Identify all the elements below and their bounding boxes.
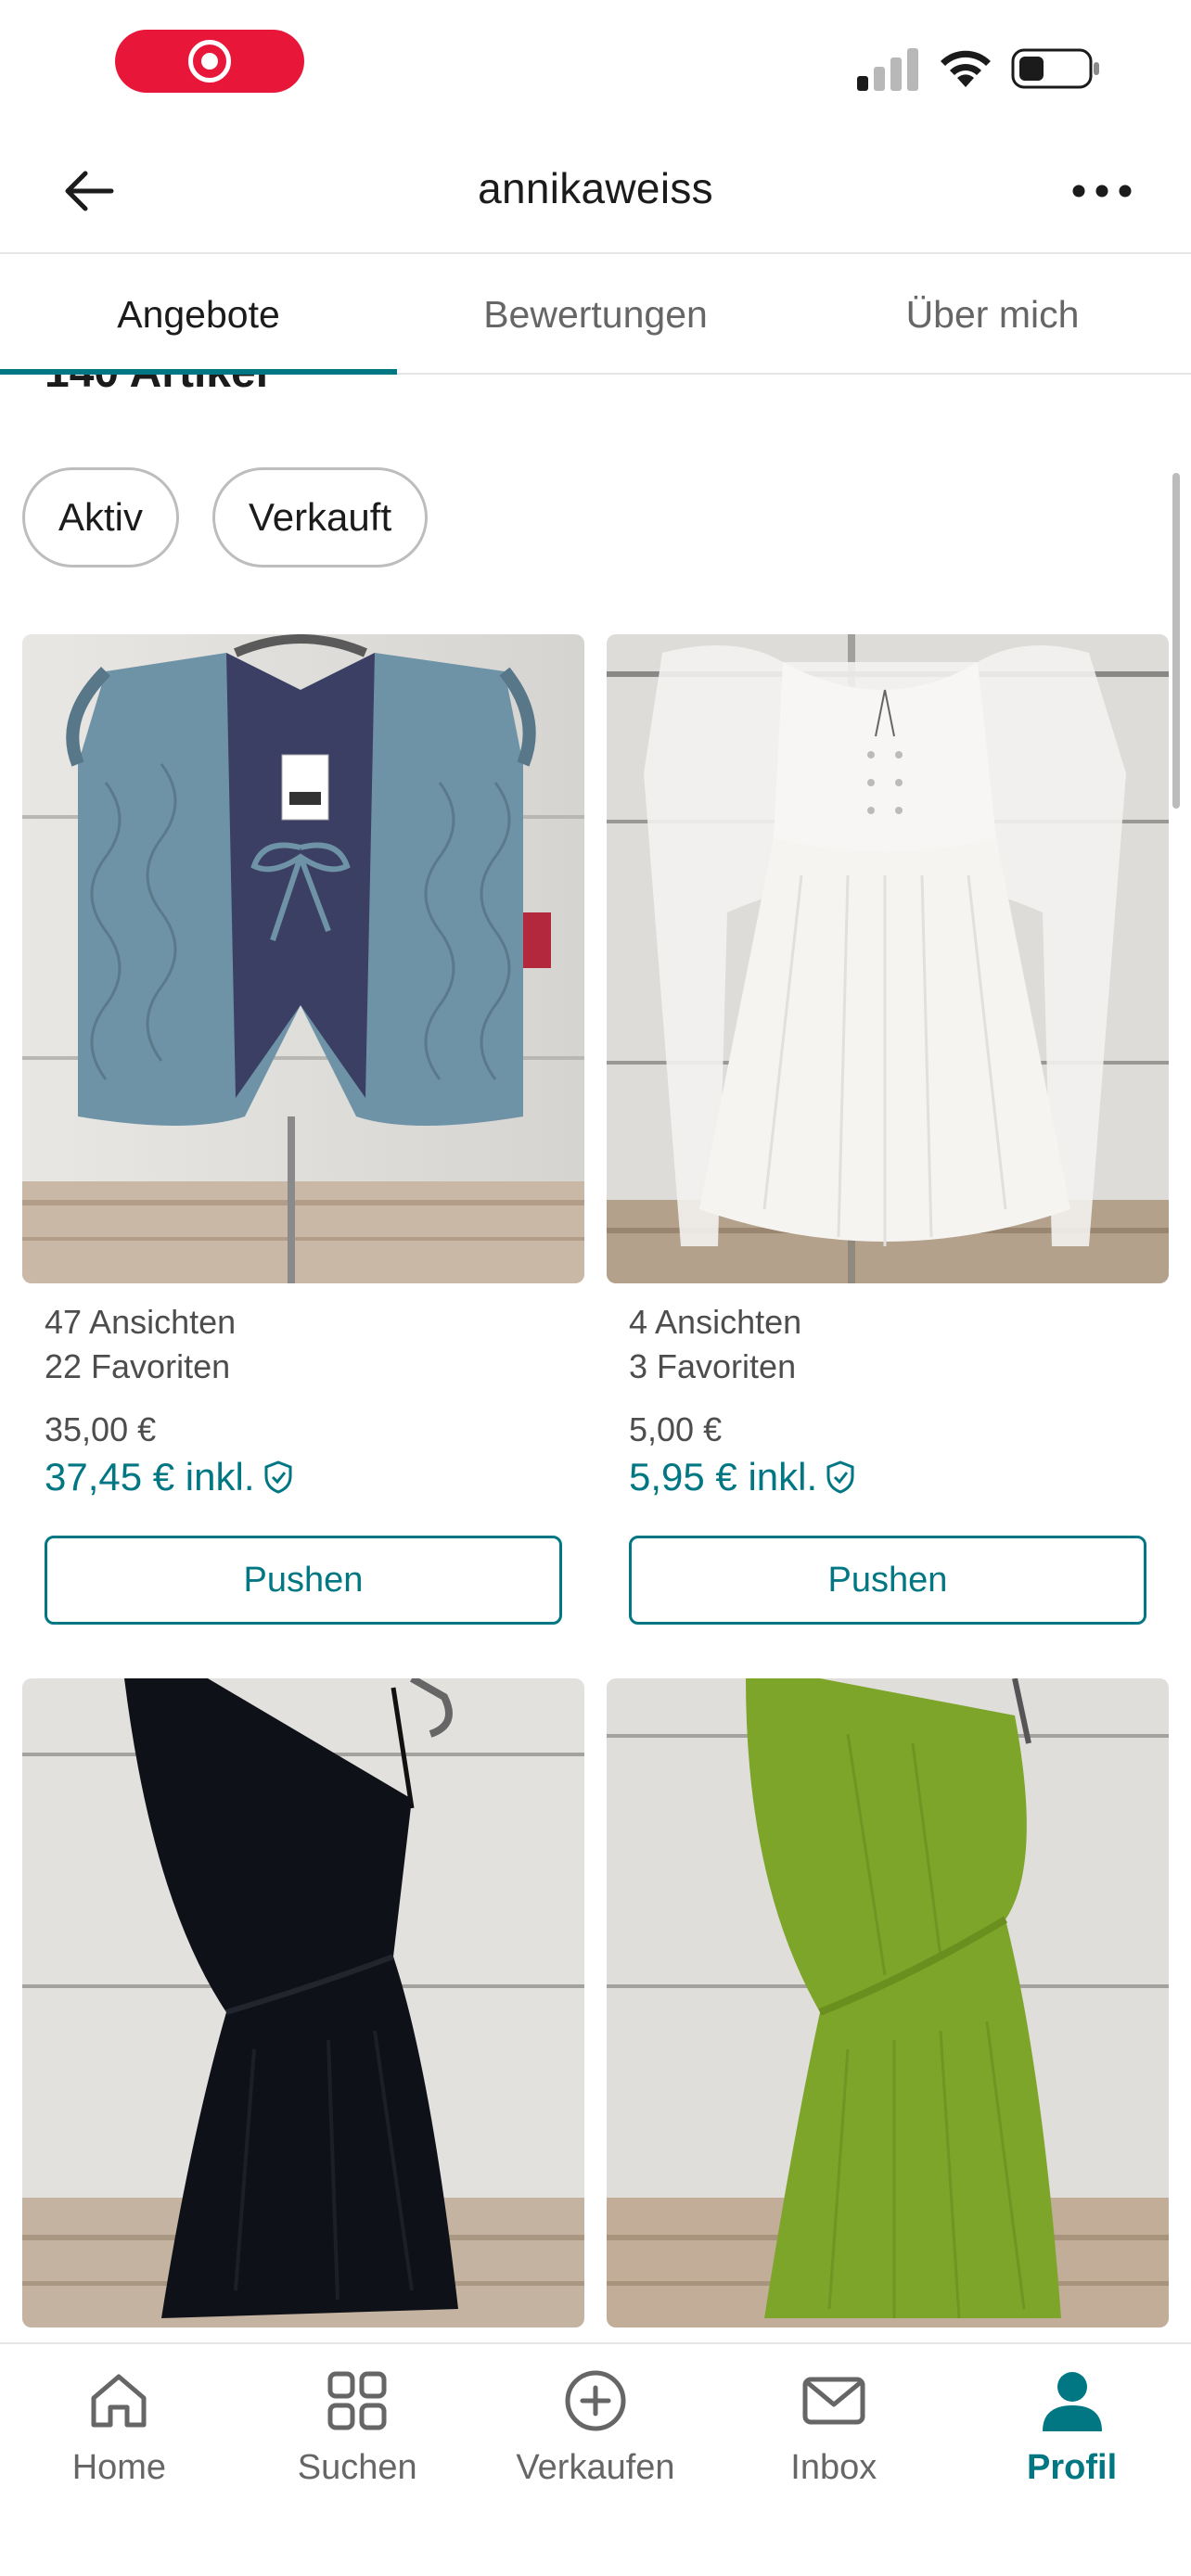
push-button[interactable]: Pushen (629, 1536, 1146, 1625)
item-favorites: 22 Favoriten (45, 1347, 231, 1385)
item-views: 47 Ansichten (45, 1303, 237, 1341)
nav-label: Home (71, 2448, 167, 2487)
item-price: 5,00 € (629, 1410, 723, 1448)
battery-icon (1011, 48, 1099, 89)
nav-label: Profil (1027, 2448, 1118, 2487)
filter-aktiv[interactable]: Aktiv (22, 467, 180, 567)
filter-chips: Aktiv Verkauft (22, 467, 429, 567)
item-price-incl-label: 37,45 € inkl. (45, 1455, 255, 1498)
item-price-incl-label: 5,95 € inkl. (629, 1455, 818, 1498)
buyer-protection-shield-icon (826, 1460, 854, 1494)
app-header: annikaweiss (0, 130, 1191, 254)
item-card[interactable]: 47 Ansichten 22 Favoriten 35,00 € 37,45 … (22, 634, 584, 1625)
nav-home[interactable]: Home (0, 2344, 238, 2576)
profile-icon (1038, 2366, 1107, 2435)
item-card[interactable]: 4 Ansichten 3 Favoriten 5,00 € 5,95 € in… (607, 634, 1169, 1625)
item-photo-denim-vest[interactable] (22, 634, 584, 1283)
status-bar (0, 0, 1191, 130)
screen-recording-indicator[interactable] (115, 30, 304, 93)
push-button[interactable]: Pushen (45, 1536, 562, 1625)
item-meta: 47 Ansichten 22 Favoriten 35,00 € 37,45 … (22, 1300, 584, 1502)
nav-inbox[interactable]: Inbox (714, 2344, 953, 2576)
record-icon (188, 40, 231, 83)
profile-tabs: Angebote Bewertungen Über mich (0, 256, 1191, 375)
item-price-incl[interactable]: 5,95 € inkl. (629, 1452, 1169, 1502)
item-photo-green-dress[interactable] (607, 1678, 1169, 2327)
bottom-navigation: Home Suchen Verkaufen Inbox Profil (0, 2342, 1191, 2576)
nav-profil[interactable]: Profil (953, 2344, 1191, 2576)
item-views: 4 Ansichten (629, 1303, 802, 1341)
nav-label: Verkaufen (516, 2448, 675, 2487)
filter-verkauft[interactable]: Verkauft (212, 467, 429, 567)
more-options-button[interactable] (1065, 171, 1139, 211)
plus-circle-icon (561, 2366, 630, 2435)
item-meta: 4 Ansichten 3 Favoriten 5,00 € 5,95 € in… (607, 1300, 1169, 1502)
grid-icon (323, 2366, 391, 2435)
scrollbar[interactable] (1172, 473, 1180, 809)
nav-verkaufen[interactable]: Verkaufen (477, 2344, 715, 2576)
page-title: annikaweiss (478, 164, 713, 212)
home-icon (84, 2366, 153, 2435)
nav-label: Inbox (790, 2448, 877, 2487)
item-favorites: 3 Favoriten (629, 1347, 797, 1385)
more-dots-icon (1072, 185, 1132, 198)
item-card[interactable] (22, 1678, 584, 2327)
cellular-signal-icon (857, 48, 918, 91)
tab-bewertungen[interactable]: Bewertungen (397, 256, 794, 373)
mail-icon (800, 2366, 868, 2435)
buyer-protection-shield-icon (264, 1460, 291, 1494)
nav-label: Suchen (297, 2448, 417, 2487)
nav-suchen[interactable]: Suchen (238, 2344, 477, 2576)
tab-ueber-mich[interactable]: Über mich (794, 256, 1191, 373)
wifi-icon (941, 50, 991, 87)
app-screen: annikaweiss 140 Artikel Angebote Bewertu… (0, 0, 1191, 2576)
item-price-incl[interactable]: 37,45 € inkl. (45, 1452, 584, 1502)
item-photo-black-dress[interactable] (22, 1678, 584, 2327)
tab-angebote[interactable]: Angebote (0, 256, 397, 375)
item-price: 35,00 € (45, 1410, 157, 1448)
item-photo-white-dress[interactable] (607, 634, 1169, 1283)
item-card[interactable] (607, 1678, 1169, 2327)
